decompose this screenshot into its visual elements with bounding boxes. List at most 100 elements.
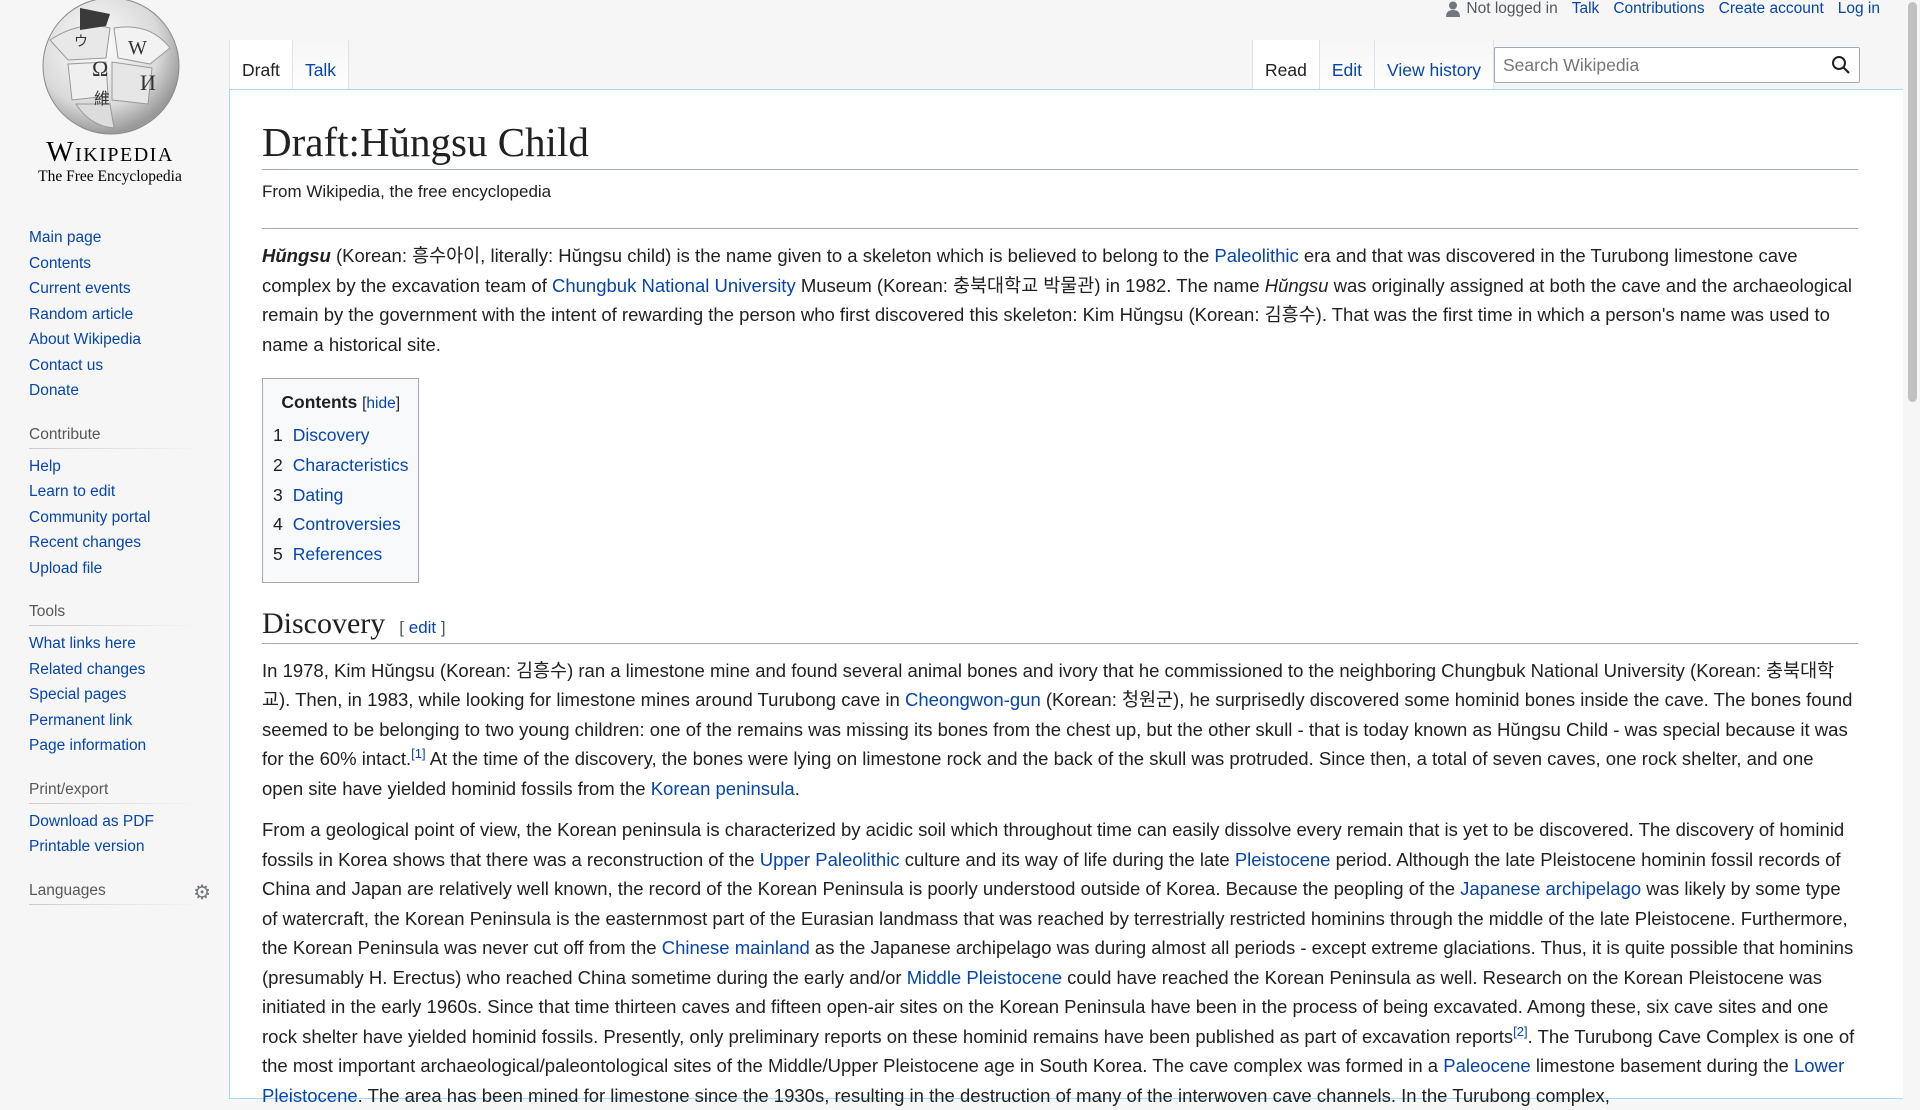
create-account-link[interactable]: Create account: [1719, 0, 1824, 18]
table-of-contents: Contents [hide] 1 Discovery 2 Characterist…: [262, 378, 420, 583]
personal-talk-link[interactable]: Talk: [1572, 0, 1600, 18]
namespace-tabs: Draft Talk: [229, 40, 350, 89]
view-tabs: Read Edit View history: [1252, 40, 1495, 89]
wikipedia-tagline: The Free Encyclopedia: [38, 168, 182, 185]
reference-2-link[interactable]: [2]: [1513, 1024, 1527, 1039]
sidebar-tools: Tools What links here Related changes Sp…: [29, 603, 230, 759]
svg-text:И: И: [140, 70, 156, 95]
chungbuk-university-link[interactable]: Chungbuk National University: [552, 275, 796, 296]
toc-item[interactable]: 5 References: [273, 540, 408, 570]
tab-read[interactable]: Read: [1252, 40, 1320, 89]
gear-icon[interactable]: ⚙: [193, 880, 211, 905]
search-box[interactable]: Search Wikipedia: [1494, 47, 1860, 83]
svg-text:W: W: [128, 37, 147, 59]
toc-item[interactable]: 4 Controversies: [273, 510, 408, 540]
sidebar-heading-tools: Tools: [29, 603, 199, 626]
paleocene-link[interactable]: Paleocene: [1443, 1055, 1530, 1076]
site-tagline: From Wikipedia, the free encyclopedia: [262, 182, 1858, 230]
edit-section: [ edit ]: [399, 617, 446, 637]
sidebar-heading-languages: Languages ⚙: [29, 881, 211, 905]
sidebar-item-help[interactable]: Help: [29, 458, 61, 475]
not-logged-in-label: Not logged in: [1466, 0, 1558, 17]
paragraph-text: limestone basement during the: [1530, 1055, 1794, 1077]
japanese-archipelago-link[interactable]: Japanese archipelago: [1460, 878, 1641, 899]
pleistocene-link[interactable]: Pleistocene: [1235, 849, 1331, 870]
sidebar-item-permanent-link[interactable]: Permanent link: [29, 712, 132, 729]
sidebar-heading-contribute: Contribute: [29, 425, 199, 449]
personal-tools: Not logged in Talk Contributions Create …: [1446, 0, 1880, 18]
reference-1-link[interactable]: [1]: [411, 746, 425, 761]
log-in-link[interactable]: Log in: [1838, 0, 1880, 18]
sidebar-item-donate[interactable]: Donate: [29, 382, 79, 399]
toc-link-dating[interactable]: Dating: [293, 485, 344, 505]
sidebar-item-special-pages[interactable]: Special pages: [29, 686, 126, 703]
sidebar-item-contents[interactable]: Contents: [29, 255, 91, 272]
tab-draft[interactable]: Draft: [229, 40, 293, 89]
sidebar-item-contact-us[interactable]: Contact us: [29, 357, 103, 374]
svg-text:維: 維: [94, 90, 110, 108]
toc-link-characteristics[interactable]: Characteristics: [293, 455, 409, 475]
tab-view-history[interactable]: View history: [1375, 40, 1495, 89]
sidebar-languages: Languages ⚙: [29, 881, 230, 905]
sidebar-item-download-pdf[interactable]: Download as PDF: [29, 813, 154, 830]
edit-section-link[interactable]: edit: [409, 618, 436, 637]
middle-pleistocene-link[interactable]: Middle Pleistocene: [907, 967, 1062, 988]
sidebar-item-about-wikipedia[interactable]: About Wikipedia: [29, 331, 141, 348]
sidebar-item-community-portal[interactable]: Community portal: [29, 509, 150, 526]
cheongwon-gun-link[interactable]: Cheongwon-gun: [905, 689, 1041, 710]
toc-number: 1: [273, 425, 283, 446]
toc-number: 3: [273, 484, 283, 505]
contributions-link[interactable]: Contributions: [1613, 0, 1704, 18]
page-title: Draft:Hŭngsu Child: [262, 118, 1858, 171]
tab-edit[interactable]: Edit: [1319, 40, 1375, 89]
scrollbar-thumb[interactable]: [1908, 2, 1917, 402]
intro-text: (Korean: 흥수아이, literally: Hŭngsu child) …: [330, 245, 1215, 267]
article-content: Draft:Hŭngsu Child From Wikipedia, the f…: [229, 89, 1903, 1106]
korean-peninsula-link[interactable]: Korean peninsula: [651, 778, 795, 799]
wikipedia-logo[interactable]: Ω W И 維 ウ Wikipedia The Free Encyclopedi…: [10, 0, 210, 190]
sidebar-item-random-article[interactable]: Random article: [29, 306, 133, 323]
sidebar-item-current-events[interactable]: Current events: [29, 280, 131, 297]
sidebar-item-learn-to-edit[interactable]: Learn to edit: [29, 483, 115, 500]
intro-text: Museum (Korean: 충북대학교 박물관) in 1982. The …: [795, 274, 1265, 296]
toc-link-controversies[interactable]: Controversies: [293, 514, 401, 534]
wikipedia-wordmark: Wikipedia: [46, 136, 174, 168]
sidebar-item-what-links-here[interactable]: What links here: [29, 635, 136, 652]
toc-link-references[interactable]: References: [293, 544, 383, 564]
languages-label: Languages: [29, 881, 106, 899]
sidebar-item-related-changes[interactable]: Related changes: [29, 661, 145, 678]
sidebar-item-recent-changes[interactable]: Recent changes: [29, 534, 141, 551]
sidebar-item-page-information[interactable]: Page information: [29, 737, 146, 754]
intro-bold-term: Hŭngsu: [262, 245, 331, 267]
paragraph-text: At the time of the discovery, the bones …: [262, 748, 1814, 799]
user-status: Not logged in: [1446, 0, 1558, 18]
tab-talk-label: Talk: [304, 60, 337, 80]
search-icon[interactable]: [1831, 55, 1851, 75]
page-scrollbar[interactable]: [1906, 0, 1920, 1092]
search-input[interactable]: Search Wikipedia: [1503, 55, 1831, 76]
toc-hide-link[interactable]: hide: [366, 395, 395, 412]
sidebar-item-printable-version[interactable]: Printable version: [29, 838, 144, 855]
toc-title: Contents [hide]: [281, 392, 401, 413]
paleolithic-link[interactable]: Paleolithic: [1214, 245, 1298, 266]
upper-paleolithic-link[interactable]: Upper Paleolithic: [760, 849, 900, 870]
sidebar-item-main-page[interactable]: Main page: [29, 229, 101, 246]
toc-item[interactable]: 1 Discovery: [273, 421, 408, 451]
sidebar-navigation: Main page Contents Current events Random…: [29, 225, 230, 404]
section-heading-discovery: Discovery [ edit ]: [262, 607, 1858, 644]
sidebar-heading-print-export: Print/export: [29, 780, 199, 804]
chinese-mainland-link[interactable]: Chinese mainland: [662, 937, 810, 958]
toc-item[interactable]: 3 Dating: [273, 481, 408, 511]
toc-number: 2: [273, 454, 283, 475]
toc-number: 4: [273, 514, 283, 535]
intro-italic-term: Hŭngsu: [1264, 274, 1329, 296]
discovery-heading-text: Discovery: [262, 606, 386, 640]
tab-talk[interactable]: Talk: [292, 40, 350, 89]
sidebar-item-upload-file[interactable]: Upload file: [29, 560, 102, 577]
paragraph-text: culture and its way of life during the l…: [899, 848, 1235, 870]
sidebar-print-export: Print/export Download as PDF Printable v…: [29, 780, 230, 860]
toc-link-discovery[interactable]: Discovery: [293, 425, 370, 445]
svg-text:ウ: ウ: [74, 34, 88, 50]
toc-heading: Contents: [281, 392, 358, 413]
toc-item[interactable]: 2 Characteristics: [273, 451, 408, 481]
